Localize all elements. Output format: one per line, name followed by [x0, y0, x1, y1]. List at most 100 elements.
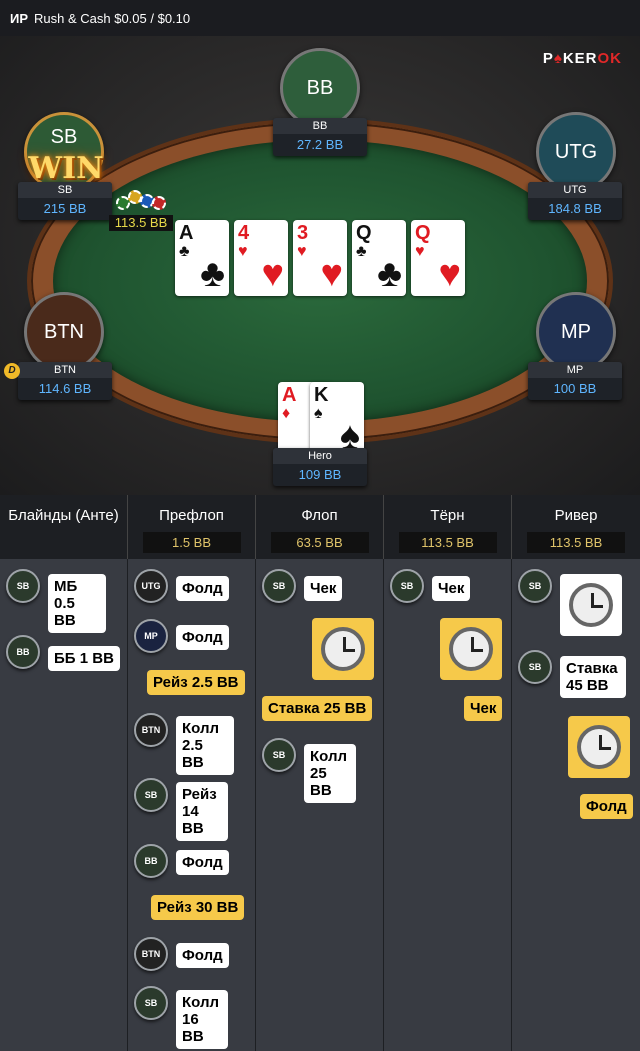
- street-title: Префлоп: [159, 507, 224, 524]
- avatar-pos: BTN: [141, 949, 161, 959]
- card-rank: A: [179, 222, 194, 244]
- player-avatar-btn: BTN: [134, 713, 168, 747]
- avatar-pos: BB: [144, 856, 158, 866]
- player-avatar-bb: BB: [134, 844, 168, 878]
- seat-mp-stack: 100 BB: [553, 381, 597, 396]
- avatar-pos: SB: [144, 790, 158, 800]
- board-card-3: 3 ♥ ♥: [293, 220, 347, 296]
- street-header-river: Ривер 113.5 BB: [512, 495, 640, 559]
- avatar-pos: SB: [528, 662, 542, 672]
- seat-bb-label: BB: [306, 76, 334, 99]
- board-card-5: Q ♥ ♥: [411, 220, 465, 296]
- action-bubble: Ставка 45 BB: [560, 656, 626, 698]
- player-avatar-sb: SB: [518, 569, 552, 603]
- seat-sb-label: SB: [50, 125, 78, 148]
- street-header-turn: Тёрн 113.5 BB: [384, 495, 512, 559]
- hero-action-bubble: Чек: [464, 696, 503, 721]
- street-title: Флоп: [301, 507, 338, 524]
- street-title: Блайнды (Анте): [8, 507, 119, 524]
- board-card-1: A ♣ ♣: [175, 220, 229, 296]
- street-pot: 63.5 BB: [270, 532, 369, 553]
- clock-face: [577, 725, 621, 769]
- hero-action-bubble: Рейз 30 BB: [151, 895, 245, 920]
- player-avatar-sb: SB: [262, 738, 296, 772]
- card-rank: 4: [238, 222, 250, 244]
- seat-utg-stack: 184.8 BB: [548, 201, 602, 216]
- avatar-pos: BTN: [141, 725, 161, 735]
- card-rank: 3: [297, 222, 309, 244]
- game-type-tag: ИР: [10, 10, 29, 26]
- street-header-blinds: Блайнды (Анте): [0, 495, 128, 559]
- player-avatar-mp: MP: [134, 619, 168, 653]
- seat-bb-avatar[interactable]: BB: [280, 48, 360, 128]
- action-bubble: ББ 1 BB: [48, 646, 120, 671]
- timeout-alarm-clock-icon: [568, 716, 630, 778]
- avatar-pos: SB: [272, 750, 286, 760]
- card-rank: K: [314, 384, 329, 406]
- avatar-pos: SB: [272, 581, 286, 591]
- timeout-alarm-clock-icon: [440, 618, 502, 680]
- hero-action-bubble: Ставка 25 BB: [262, 696, 373, 721]
- clock-face: [449, 627, 493, 671]
- seat-mp-name: MP: [528, 362, 622, 378]
- street-pot: 113.5 BB: [527, 532, 625, 553]
- card-suit-small: ♣: [356, 243, 367, 260]
- player-avatar-sb: SB: [262, 569, 296, 603]
- timeout-alarm-clock-icon: [312, 618, 374, 680]
- board-card-4: Q ♣ ♣: [352, 220, 406, 296]
- player-avatar-btn: BTN: [134, 937, 168, 971]
- seat-mp-avatar[interactable]: MP: [536, 292, 616, 372]
- seat-sb-plate: SB 215 BB: [18, 182, 112, 220]
- seat-bb-name: BB: [273, 118, 367, 134]
- avatar-pos: MP: [144, 631, 158, 641]
- hero-name: Hero: [273, 448, 367, 464]
- hero-action-bubble: Рейз 2.5 BB: [147, 670, 245, 695]
- hero-plate: Hero 109 BB: [273, 448, 367, 486]
- action-bubble: Чек: [304, 576, 343, 601]
- seat-btn-plate: BTN 114.6 BB: [18, 362, 112, 400]
- pot-chip-stack: [112, 184, 170, 214]
- action-bubble: Фолд: [176, 625, 229, 650]
- street-header-flop: Флоп 63.5 BB: [256, 495, 384, 559]
- player-avatar-sb: SB: [518, 650, 552, 684]
- street-pot: 1.5 BB: [142, 532, 241, 553]
- chip: [152, 196, 166, 210]
- action-bubble: Колл 16 BB: [176, 990, 228, 1049]
- board-card-2: 4 ♥ ♥: [234, 220, 288, 296]
- player-avatar-bb: BB: [6, 635, 40, 669]
- avatar-pos: SB: [144, 998, 158, 1008]
- card-suit: ♥: [261, 253, 284, 295]
- avatar-pos: SB: [400, 581, 414, 591]
- seat-utg-plate: UTG 184.8 BB: [528, 182, 622, 220]
- hero-stack: 109 BB: [298, 467, 342, 482]
- street-title: Ривер: [554, 507, 598, 524]
- seat-sb-name: SB: [18, 182, 112, 198]
- clock-face: [569, 583, 613, 627]
- clock-face: [321, 627, 365, 671]
- player-avatar-sb: SB: [6, 569, 40, 603]
- pokerok-logo: P♠KEROK: [542, 50, 622, 67]
- action-bubble: Рейз 14 BB: [176, 782, 228, 841]
- street-title: Тёрн: [430, 507, 465, 524]
- seat-utg-avatar[interactable]: UTG: [536, 112, 616, 192]
- seat-btn-stack: 114.6 BB: [38, 381, 92, 396]
- seat-mp-label: MP: [561, 320, 591, 343]
- action-bubble: Колл 25 BB: [304, 744, 356, 803]
- seat-bb-plate: BB 27.2 BB: [273, 118, 367, 156]
- pot-amount: 113.5 BB: [109, 215, 173, 231]
- card-rank: A: [282, 384, 297, 406]
- player-avatar-utg: UTG: [134, 569, 168, 603]
- street-header-preflop: Префлоп 1.5 BB: [128, 495, 256, 559]
- card-suit-small: ♥: [238, 243, 248, 260]
- action-bubble: МБ 0.5 BB: [48, 574, 106, 633]
- dealer-button: D: [4, 363, 20, 379]
- card-suit: ♣: [200, 253, 225, 295]
- street-pot: 113.5 BB: [398, 532, 497, 553]
- avatar-pos: UTG: [141, 581, 161, 591]
- card-suit: ♥: [438, 253, 461, 295]
- seat-btn-avatar[interactable]: BTN: [24, 292, 104, 372]
- seat-btn-label: BTN: [44, 320, 84, 343]
- card-suit-small: ♥: [297, 243, 307, 260]
- top-bar: ИР Rush & Cash $0.05 / $0.10: [0, 0, 640, 36]
- hero-card-2: K ♠ ♠: [310, 382, 364, 458]
